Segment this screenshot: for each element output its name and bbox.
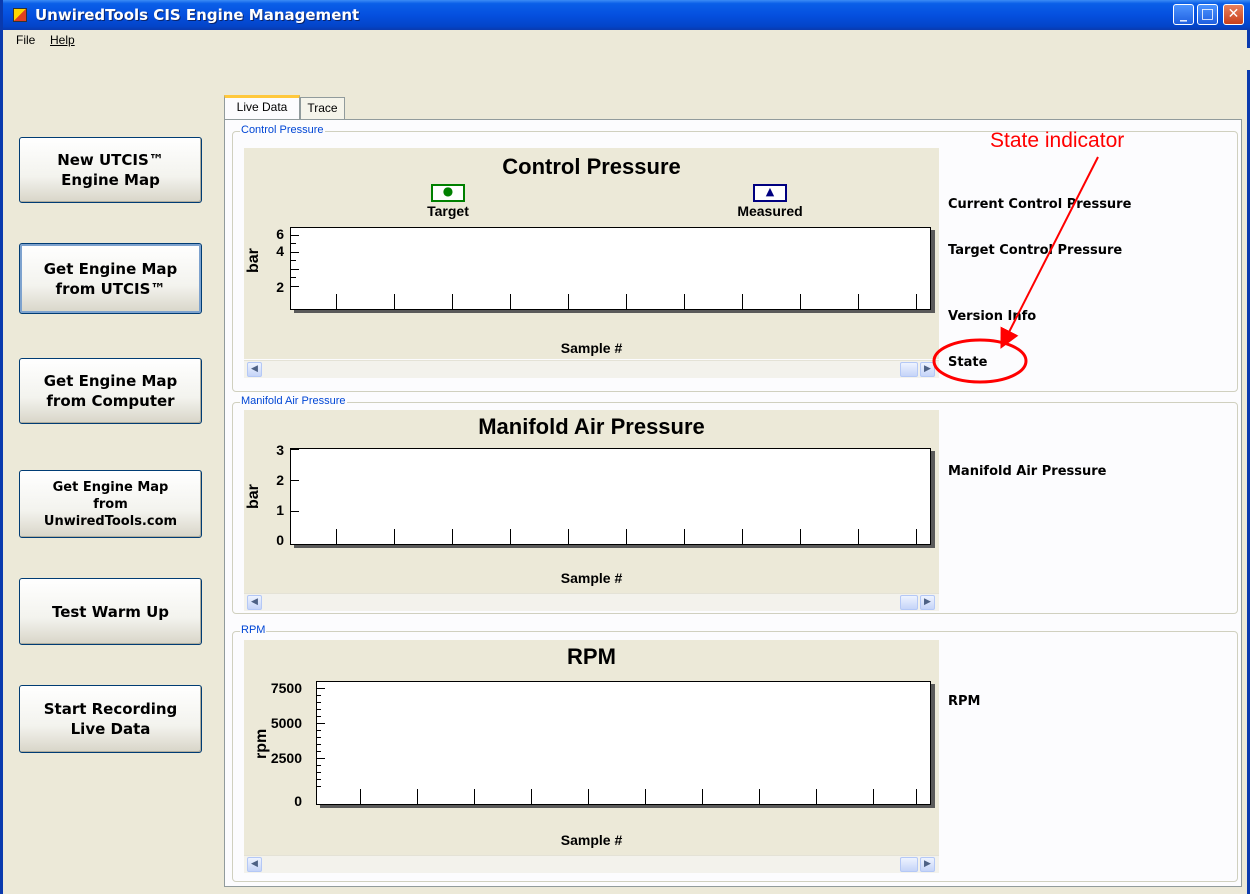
annotation-arrow [1000, 156, 1099, 349]
annotation-overlay [932, 156, 1099, 384]
annotation-circle [932, 338, 1028, 384]
